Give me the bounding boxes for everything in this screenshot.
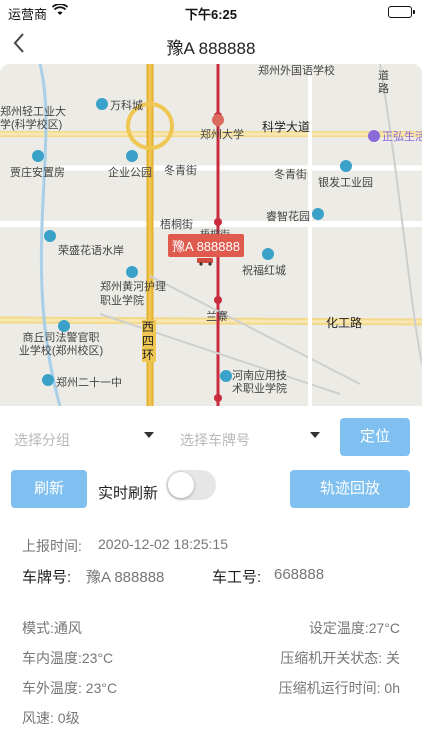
group-select[interactable]: 选择分组: [14, 422, 154, 456]
map-label: 郑州外国语学校: [258, 65, 335, 77]
toggle-knob: [168, 472, 194, 498]
inner-temp-value: 车内温度:23°C: [22, 650, 114, 666]
mode-value: 模式:通风: [22, 620, 82, 636]
map-label: 西四环: [142, 320, 156, 362]
poi-icon: [262, 248, 274, 260]
report-time-label: 上报时间:: [22, 538, 82, 554]
map-label: 河南应用技术职业学院: [232, 370, 287, 395]
map-label: 郑州大学: [200, 129, 244, 141]
battery-icon: [388, 6, 415, 18]
track-playback-button[interactable]: 轨迹回放: [290, 470, 410, 508]
group-select-placeholder: 选择分组: [14, 432, 70, 448]
worker-value: 668888: [274, 566, 325, 583]
map-label: 睿智花园: [266, 211, 310, 223]
plate-select[interactable]: 选择车牌号: [180, 422, 320, 456]
report-time-value: 2020-12-02 18:25:15: [98, 536, 228, 552]
chevron-down-icon: [310, 432, 320, 438]
plate-value: 豫A 888888: [86, 569, 165, 586]
poi-icon: [312, 208, 324, 220]
vehicle-marker[interactable]: 豫A 888888: [168, 234, 244, 257]
compressor-switch-value: 压缩机开关状态: 关: [280, 650, 400, 666]
worker-label: 车工号:: [212, 569, 262, 586]
map-label: 银发工业园: [318, 177, 373, 189]
map-label: 商丘司法警官职业学校(郑州校区): [18, 332, 104, 357]
poi-icon: [340, 160, 352, 172]
poi-icon: [212, 114, 224, 126]
map-label: 郑州二十一中: [56, 377, 122, 389]
locate-button[interactable]: 定位: [340, 418, 410, 456]
poi-icon: [44, 230, 56, 242]
plate-label: 车牌号:: [22, 569, 72, 586]
realtime-refresh-label: 实时刷新: [98, 485, 159, 502]
poi-icon: [368, 130, 380, 142]
wind-speed-value: 风速: 0级: [22, 710, 80, 726]
page-title: 豫A 888888: [166, 39, 256, 58]
map-label: 科学大道: [262, 120, 311, 134]
poi-icon: [58, 320, 70, 332]
map-label: 郑州黄河护理职业学院: [100, 281, 166, 307]
status-bar: 运营商 下午6:25: [0, 0, 422, 24]
map-label: 企业公园: [108, 167, 152, 179]
map-label: 万科城: [110, 100, 143, 112]
compressor-runtime-value: 压缩机运行时间: 0h: [278, 680, 400, 696]
poi-icon: [126, 266, 138, 278]
plate-select-placeholder: 选择车牌号: [180, 432, 250, 448]
navigation-bar: 豫A 888888: [0, 24, 422, 64]
map-label: 梧桐街: [160, 219, 193, 231]
map-label: 道路: [378, 70, 389, 95]
map-label: 化工路: [326, 316, 363, 330]
clock: 下午6:25: [184, 7, 238, 22]
map-view[interactable]: 郑州外国语学校 郑州轻工业大学(科学校区) 万科城 郑州大学 科学大道 正弘生活…: [0, 64, 422, 406]
poi-icon: [32, 150, 44, 162]
set-temp-value: 设定温度:27°C: [308, 620, 400, 636]
map-label: 荣盛花语水岸: [58, 245, 124, 257]
map-label: 正弘生活: [382, 131, 422, 143]
map-label: 祝福红城: [242, 265, 286, 277]
map-label: 贾庄安置房: [10, 167, 65, 179]
map-label: 兰寨: [206, 311, 228, 323]
map-label: 郑州轻工业大学(科学校区): [0, 106, 66, 131]
refresh-button[interactable]: 刷新: [11, 470, 87, 508]
map-label: 冬青街: [164, 165, 197, 177]
poi-icon: [42, 374, 54, 386]
chevron-down-icon: [144, 432, 154, 438]
poi-icon: [96, 98, 108, 110]
realtime-refresh-toggle[interactable]: [166, 470, 216, 500]
outer-temp-value: 车外温度: 23°C: [22, 680, 118, 696]
control-panel: 选择分组 选择车牌号 定位 刷新 实时刷新 轨迹回放: [0, 412, 422, 522]
map-label: 冬青街: [274, 169, 307, 181]
poi-icon: [126, 150, 138, 162]
